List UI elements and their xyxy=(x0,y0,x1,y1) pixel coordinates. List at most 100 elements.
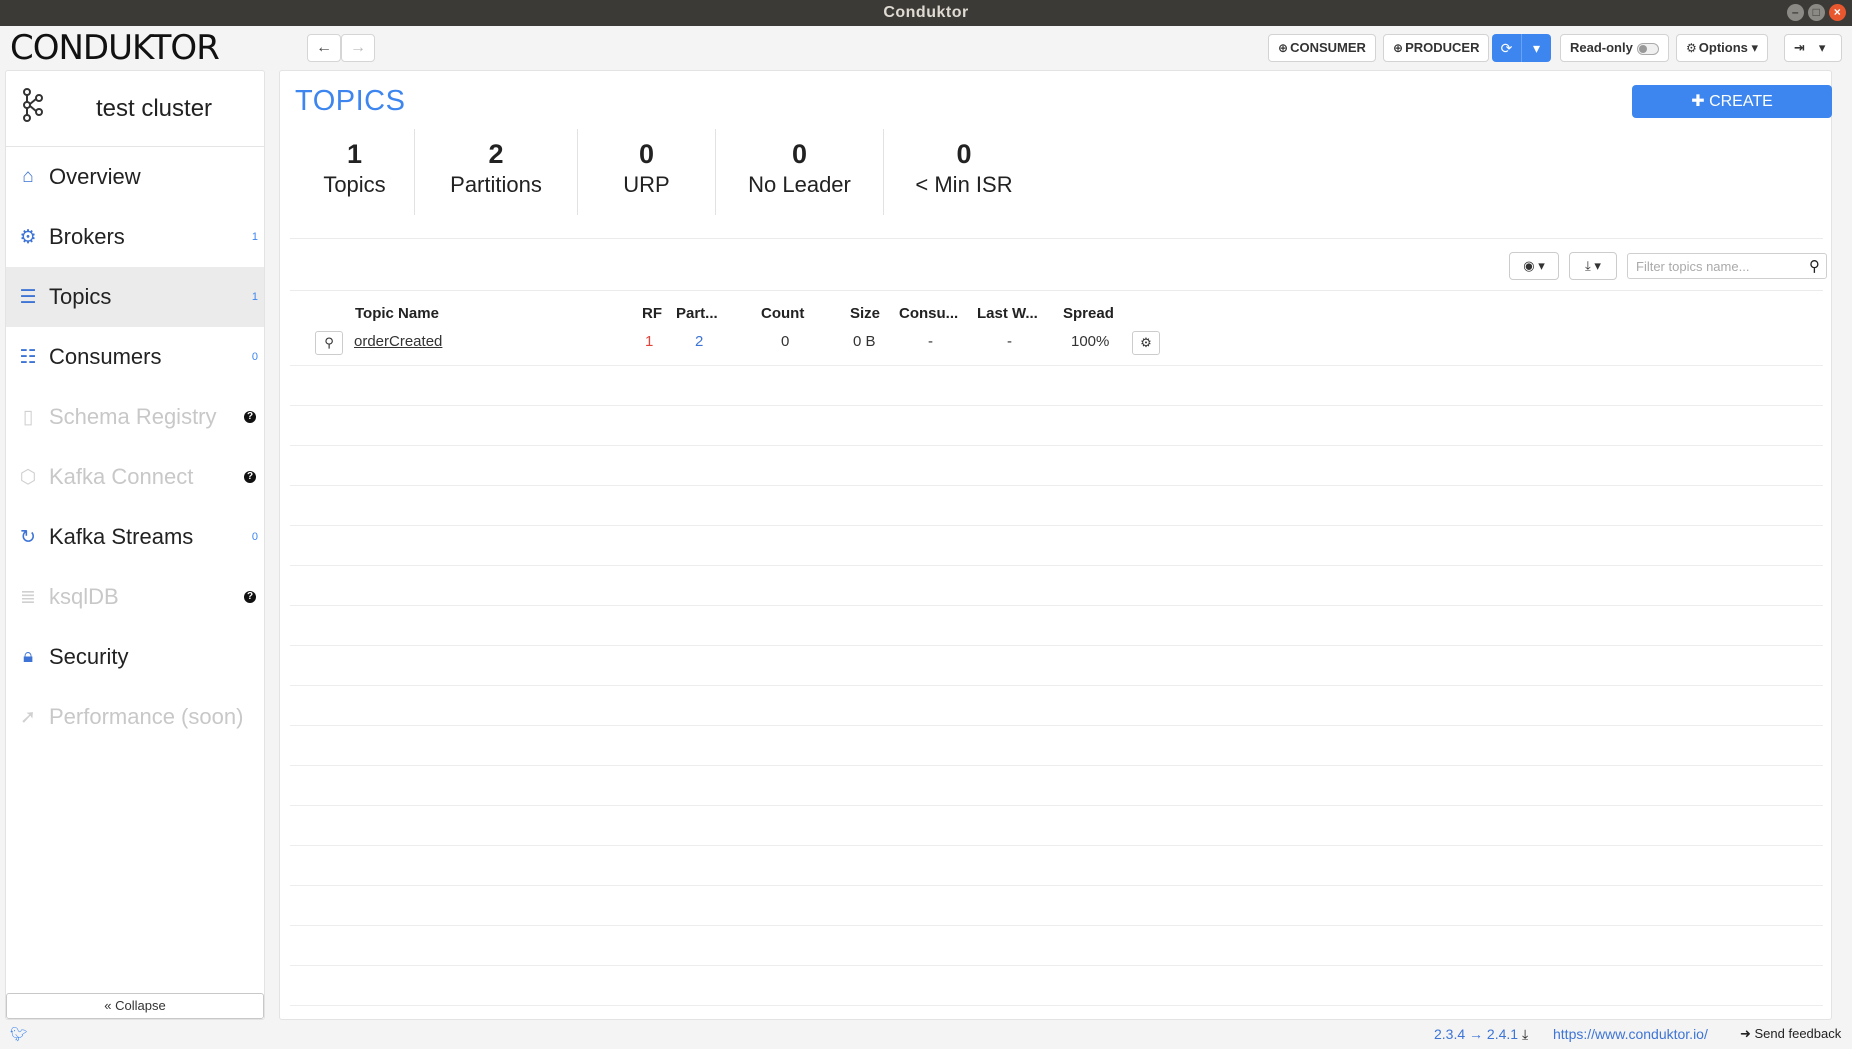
col-spread[interactable]: Spread xyxy=(1063,305,1114,322)
inspect-topic-button[interactable]: ⚲ xyxy=(315,331,343,355)
stat-value: 0 xyxy=(791,139,808,169)
cluster-icon xyxy=(20,87,50,130)
cell-spread: 100% xyxy=(1071,333,1110,350)
database-icon: ≣ xyxy=(20,586,36,608)
stat-value: 0 xyxy=(638,139,655,169)
logout-icon: ⇥ xyxy=(1794,40,1805,55)
sidebar-item-label: Schema Registry xyxy=(49,404,217,429)
question-circle-icon[interactable]: ? xyxy=(244,471,256,483)
filter-topics[interactable]: ⚲ xyxy=(1627,253,1827,279)
row-divider xyxy=(290,685,1823,686)
col-rf[interactable]: RF xyxy=(642,305,662,322)
file-icon: ▯ xyxy=(22,406,34,428)
consumer-button[interactable]: ⊕ CONSUMER xyxy=(1268,34,1376,62)
maximize-button[interactable]: □ xyxy=(1808,4,1825,21)
arrow-left-icon: ← xyxy=(316,39,332,56)
cell-consumers: - xyxy=(928,333,933,350)
streams-icon: ↻ xyxy=(20,526,36,548)
create-label: CREATE xyxy=(1709,93,1773,110)
sidebar-item-topics[interactable]: ☰ Topics 1 xyxy=(6,267,264,327)
version-update-link[interactable]: 2.3.4 → 2.4.1 ⤓ xyxy=(1434,1026,1528,1043)
sidebar-item-count: 0 xyxy=(251,531,258,543)
sidebar-item-schema-registry[interactable]: ▯ Schema Registry ? xyxy=(6,387,264,447)
sidebar-item-ksqldb[interactable]: ≣ ksqlDB ? xyxy=(6,567,264,627)
cell-partitions: 2 xyxy=(695,333,704,350)
stat-label: Topics xyxy=(323,172,386,197)
sidebar-item-overview[interactable]: ⌂ Overview xyxy=(6,147,264,207)
col-topic-name[interactable]: Topic Name xyxy=(355,305,439,322)
search-icon[interactable]: ⚲ xyxy=(1809,257,1820,275)
row-divider xyxy=(290,645,1823,646)
col-count[interactable]: Count xyxy=(761,305,804,322)
sidebar-item-brokers[interactable]: ⚙ Brokers 1 xyxy=(6,207,264,267)
sidebar-item-count: 1 xyxy=(251,291,258,303)
row-divider xyxy=(290,605,1823,606)
stat-label: URP xyxy=(623,172,670,197)
sidebar-item-label: Consumers xyxy=(49,344,162,369)
send-feedback-link[interactable]: ➜ Send feedback xyxy=(1740,1026,1841,1042)
lock-icon: 🔒︎ xyxy=(22,646,34,667)
sidebar-item-performance[interactable]: ➚ Performance (soon) xyxy=(6,687,264,747)
sidebar-item-security[interactable]: 🔒︎ Security xyxy=(6,627,264,687)
divider xyxy=(290,290,1823,291)
question-circle-icon[interactable]: ? xyxy=(244,411,256,423)
search-icon: ⚲ xyxy=(324,335,334,350)
cell-last-write: - xyxy=(1007,333,1012,350)
rocket-icon: ➚ xyxy=(20,706,36,728)
export-button[interactable]: ⤓ ▾ xyxy=(1569,252,1617,280)
row-divider xyxy=(290,365,1823,366)
chevron-down-icon: ▾ xyxy=(1594,258,1601,273)
stat-urp: 0 URP xyxy=(578,129,716,215)
sidebar-item-count: 1 xyxy=(251,231,258,243)
row-divider xyxy=(290,445,1823,446)
status-footer: 🐦︎ 2.3.4 → 2.4.1 ⤓ https://www.conduktor… xyxy=(0,1020,1852,1049)
row-divider xyxy=(290,405,1823,406)
window-titlebar: Conduktor – □ × xyxy=(0,0,1852,26)
website-link[interactable]: https://www.conduktor.io/ xyxy=(1553,1026,1708,1042)
row-divider xyxy=(290,925,1823,926)
create-topic-button[interactable]: ✚ CREATE xyxy=(1632,85,1832,118)
sidebar-item-kafka-connect[interactable]: ⬡ Kafka Connect ? xyxy=(6,447,264,507)
sidebar-item-kafka-streams[interactable]: ↻ Kafka Streams 0 xyxy=(6,507,264,567)
close-button[interactable]: × xyxy=(1829,4,1846,21)
arrow-right-icon: → xyxy=(350,39,366,56)
options-button[interactable]: ⚙ Options ▾ xyxy=(1676,34,1769,62)
question-circle-icon[interactable]: ? xyxy=(244,591,256,603)
cell-size: 0 B xyxy=(853,333,876,350)
chevron-down-icon[interactable]: ▾ xyxy=(1522,34,1551,62)
col-last-write[interactable]: Last W... xyxy=(977,305,1038,322)
refresh-icon[interactable]: ⟳ xyxy=(1492,34,1522,62)
stat-value: 0 xyxy=(956,139,972,169)
col-consumers[interactable]: Consu... xyxy=(899,305,958,322)
producer-label: PRODUCER xyxy=(1405,40,1480,55)
sidebar-item-label: Kafka Connect xyxy=(49,464,194,489)
columns-visibility-button[interactable]: ◉ ▾ xyxy=(1509,252,1559,280)
conduktor-logo: CONDUKTOR xyxy=(10,30,220,66)
download-icon: ⤓ xyxy=(1521,1026,1529,1042)
producer-button[interactable]: ⊕ PRODUCER xyxy=(1383,34,1490,62)
version-text: 2.3.4 → 2.4.1 xyxy=(1434,1026,1519,1042)
twitter-icon[interactable]: 🐦︎ xyxy=(10,1026,28,1043)
server-icon: ☰ xyxy=(19,286,37,308)
row-divider xyxy=(290,485,1823,486)
connect-icon: ⬡ xyxy=(19,466,37,488)
col-partitions[interactable]: Part... xyxy=(676,305,718,322)
topic-settings-button[interactable]: ⚙ xyxy=(1132,331,1160,355)
topic-name-link[interactable]: orderCreated xyxy=(354,333,442,350)
toggle-switch[interactable] xyxy=(1636,42,1659,55)
divider xyxy=(290,238,1823,239)
minimize-button[interactable]: – xyxy=(1787,4,1804,21)
readonly-toggle[interactable]: Read-only xyxy=(1560,34,1669,62)
refresh-button-group[interactable]: ⟳ ▾ xyxy=(1492,34,1551,62)
filter-topics-input[interactable] xyxy=(1628,254,1788,278)
cluster-header[interactable]: test cluster xyxy=(6,71,264,147)
sidebar-item-label: Security xyxy=(49,644,129,669)
logout-button[interactable]: ⇥ ▾ xyxy=(1784,34,1842,62)
sidebar: test cluster ⌂ Overview ⚙ Brokers 1 ☰ To… xyxy=(5,70,265,1020)
back-button[interactable]: ← xyxy=(307,34,341,62)
sidebar-item-consumers[interactable]: ☷ Consumers 0 xyxy=(6,327,264,387)
collapse-button[interactable]: « Collapse xyxy=(6,993,264,1019)
forward-button[interactable]: → xyxy=(341,34,375,62)
col-size[interactable]: Size xyxy=(850,305,880,322)
stat-label: No Leader xyxy=(748,172,851,197)
